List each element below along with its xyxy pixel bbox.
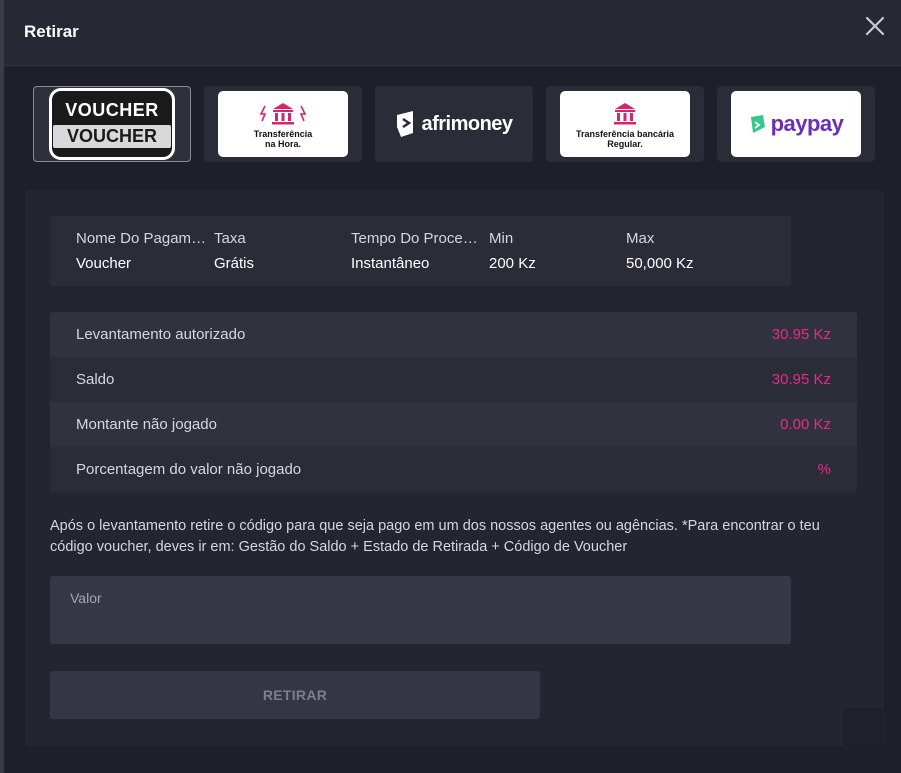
- balance-summary: Levantamento autorizado 30.95 Kz Saldo 3…: [50, 312, 857, 492]
- table-row: Saldo 30.95 Kz: [50, 357, 857, 402]
- voucher-logo-bottom: VOUCHER: [52, 125, 171, 148]
- transfer-now-logo: Transferência na Hora.: [218, 91, 348, 157]
- table-row: Levantamento autorizado 30.95 Kz: [50, 312, 857, 357]
- method-transfer-regular[interactable]: Transferência bancária Regular.: [546, 86, 704, 162]
- row-value: 30.95 Kz: [771, 371, 831, 388]
- paypay-label: paypay: [770, 111, 844, 136]
- afrimoney-label: afrimoney: [421, 112, 513, 135]
- info-header: Taxa: [214, 230, 246, 247]
- info-col-max: Max 50,000 Kz: [626, 230, 766, 272]
- info-header: Min: [489, 230, 514, 247]
- info-col-name: Nome Do Pagamento Voucher: [76, 230, 210, 272]
- transfer-now-label: Transferência na Hora.: [253, 128, 313, 149]
- amount-field[interactable]: Valor: [50, 576, 791, 644]
- info-value: Instantâneo: [351, 255, 430, 272]
- paypay-icon: [750, 115, 765, 133]
- info-col-fee: Taxa Grátis: [214, 230, 348, 272]
- info-header: Max: [626, 230, 655, 247]
- overlay-block: [843, 708, 883, 748]
- paypay-logo: paypay: [731, 91, 861, 157]
- table-row: Porcentagem do valor não jogado %: [50, 447, 857, 492]
- amount-input[interactable]: [50, 576, 791, 644]
- voucher-logo: VOUCHER VOUCHER: [49, 88, 175, 160]
- bank-icon: [259, 102, 307, 124]
- withdraw-modal: Retirar VOUCHER VOUCHER Transferência na…: [4, 0, 901, 773]
- info-header: Nome Do Pagamento: [76, 230, 210, 247]
- payment-method-selector: VOUCHER VOUCHER Transferência na Hora. a…: [33, 86, 878, 162]
- transfer-regular-label: Transferência bancária Regular.: [575, 128, 675, 149]
- info-value: Grátis: [214, 255, 255, 272]
- bank-icon: [614, 102, 636, 124]
- modal-title: Retirar: [24, 22, 79, 41]
- row-label: Porcentagem do valor não jogado: [76, 461, 302, 478]
- transfer-regular-logo: Transferência bancária Regular.: [560, 91, 690, 157]
- voucher-instructions: Após o levantamento retire o código para…: [50, 518, 820, 555]
- modal-header: Retirar: [4, 0, 901, 66]
- row-value: %: [817, 461, 831, 478]
- method-afrimoney[interactable]: afrimoney: [375, 86, 533, 162]
- row-value: 0.00 Kz: [780, 416, 831, 433]
- method-voucher[interactable]: VOUCHER VOUCHER: [33, 86, 191, 162]
- info-value: 200 Kz: [489, 255, 536, 272]
- afrimoney-icon: [397, 111, 414, 137]
- withdraw-panel: Nome Do Pagamento Voucher Taxa Grátis Te…: [25, 190, 884, 748]
- info-value: Voucher: [76, 255, 132, 272]
- withdraw-button[interactable]: RETIRAR: [50, 671, 540, 719]
- close-icon[interactable]: [863, 14, 887, 38]
- info-value: 50,000 Kz: [626, 255, 694, 272]
- table-row: Montante não jogado 0.00 Kz: [50, 402, 857, 447]
- info-col-time: Tempo Do Processamento Instantâneo: [351, 230, 485, 272]
- info-header: Tempo Do Processamento: [351, 230, 485, 247]
- voucher-logo-top: VOUCHER: [65, 100, 159, 120]
- method-transfer-now[interactable]: Transferência na Hora.: [204, 86, 362, 162]
- method-paypay[interactable]: paypay: [717, 86, 875, 162]
- row-label: Montante não jogado: [76, 416, 217, 433]
- info-col-min: Min 200 Kz: [489, 230, 623, 272]
- payment-info-table: Nome Do Pagamento Voucher Taxa Grátis Te…: [50, 216, 791, 286]
- afrimoney-logo: afrimoney: [395, 109, 513, 139]
- row-value: 30.95 Kz: [771, 326, 831, 343]
- row-label: Saldo: [76, 371, 115, 388]
- row-label: Levantamento autorizado: [76, 326, 246, 343]
